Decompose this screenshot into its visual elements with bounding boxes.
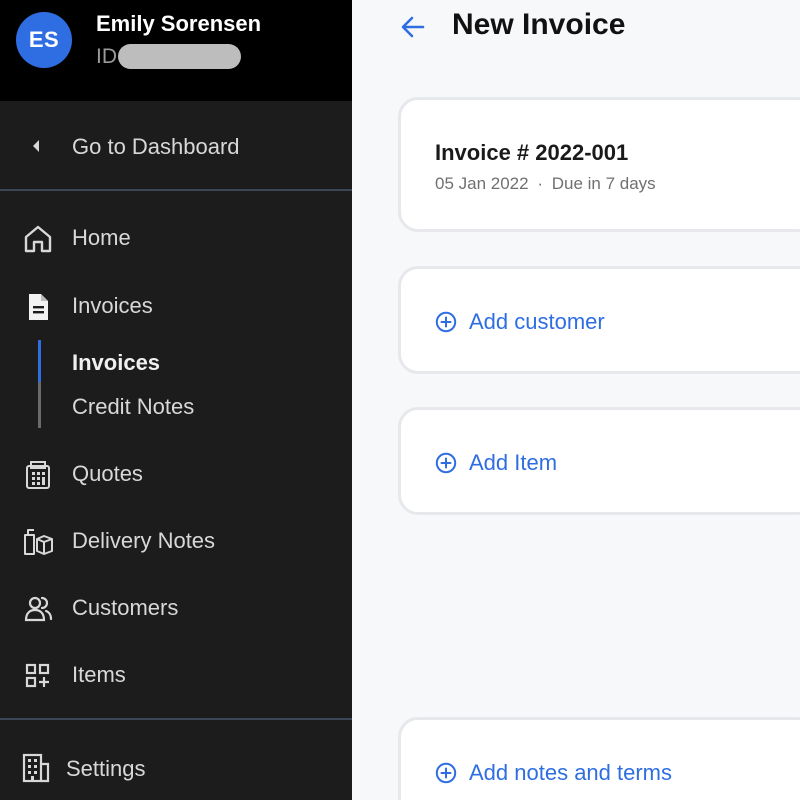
calculator-icon: [26, 461, 50, 489]
chevron-left-icon: [33, 140, 39, 152]
plus-circle-icon: [435, 452, 457, 474]
add-notes-label: Add notes and terms: [469, 760, 673, 785]
sidebar-item-label: Invoices: [72, 293, 153, 318]
meta-separator: ·: [537, 174, 543, 193]
add-item-label: Add Item: [469, 450, 558, 475]
go-to-dashboard-link[interactable]: Go to Dashboard: [0, 101, 352, 191]
page-title: New Invoice: [452, 8, 626, 41]
plus-circle-icon: [435, 762, 457, 784]
building-icon: [22, 753, 50, 783]
items-card: Add Item: [398, 407, 800, 515]
settings-label: Settings: [66, 756, 146, 781]
profile-header: ES Emily Sorensen ID: [0, 0, 352, 101]
invoice-number: Invoice # 2022-001: [435, 140, 629, 165]
sidebar-item-delivery-notes[interactable]: Delivery Notes: [0, 516, 352, 566]
sidebar-subitem-invoices[interactable]: Invoices: [72, 350, 160, 376]
user-name: Emily Sorensen: [96, 11, 262, 36]
invoice-due: Due in 7 days: [551, 174, 656, 193]
user-id-label: ID: [96, 45, 117, 68]
arrow-left-icon[interactable]: [398, 12, 428, 42]
grid-plus-icon: [25, 663, 50, 688]
home-icon: [24, 225, 52, 253]
sidebar-item-invoices[interactable]: Invoices: [0, 281, 352, 331]
sidebar-item-home[interactable]: Home: [0, 213, 352, 263]
sidebar-item-settings[interactable]: Settings: [0, 718, 352, 800]
go-to-dashboard-label: Go to Dashboard: [72, 134, 240, 159]
add-item-button[interactable]: Add Item: [435, 450, 557, 476]
sidebar-item-label: Customers: [72, 595, 179, 620]
invoice-meta: 05 Jan 2022 · Due in 7 days: [435, 174, 656, 194]
add-customer-label: Add customer: [469, 309, 605, 334]
customer-card: Add customer: [398, 266, 800, 374]
sidebar-item-quotes[interactable]: Quotes: [0, 449, 352, 499]
sidebar-item-label: Items: [72, 662, 126, 687]
sidebar-item-label: Quotes: [72, 461, 143, 486]
add-notes-button[interactable]: Add notes and terms: [435, 760, 672, 786]
boxes-icon: [24, 529, 53, 555]
sidebar-item-items[interactable]: Items: [0, 650, 352, 700]
notes-card: Add notes and terms: [398, 717, 800, 800]
invoice-date: 05 Jan 2022: [435, 174, 529, 193]
main-content: New Invoice Invoice # 2022-001 05 Jan 20…: [352, 0, 800, 800]
avatar[interactable]: ES: [16, 12, 72, 68]
document-icon: [29, 294, 48, 320]
sidebar-subitem-credit-notes[interactable]: Credit Notes: [72, 394, 194, 420]
active-indicator: [38, 340, 41, 382]
user-id-redacted: [118, 44, 241, 69]
sidebar-item-label: Delivery Notes: [72, 528, 216, 553]
sidebar-item-customers[interactable]: Customers: [0, 583, 352, 633]
sub-nav-line: [38, 382, 41, 428]
invoice-header-card[interactable]: Invoice # 2022-001 05 Jan 2022 · Due in …: [398, 97, 800, 232]
sidebar: ES Emily Sorensen ID Go to Dashboard Hom…: [0, 0, 352, 800]
sidebar-item-label: Home: [72, 225, 131, 250]
plus-circle-icon: [435, 311, 457, 333]
add-customer-button[interactable]: Add customer: [435, 309, 605, 335]
users-icon: [24, 596, 53, 622]
